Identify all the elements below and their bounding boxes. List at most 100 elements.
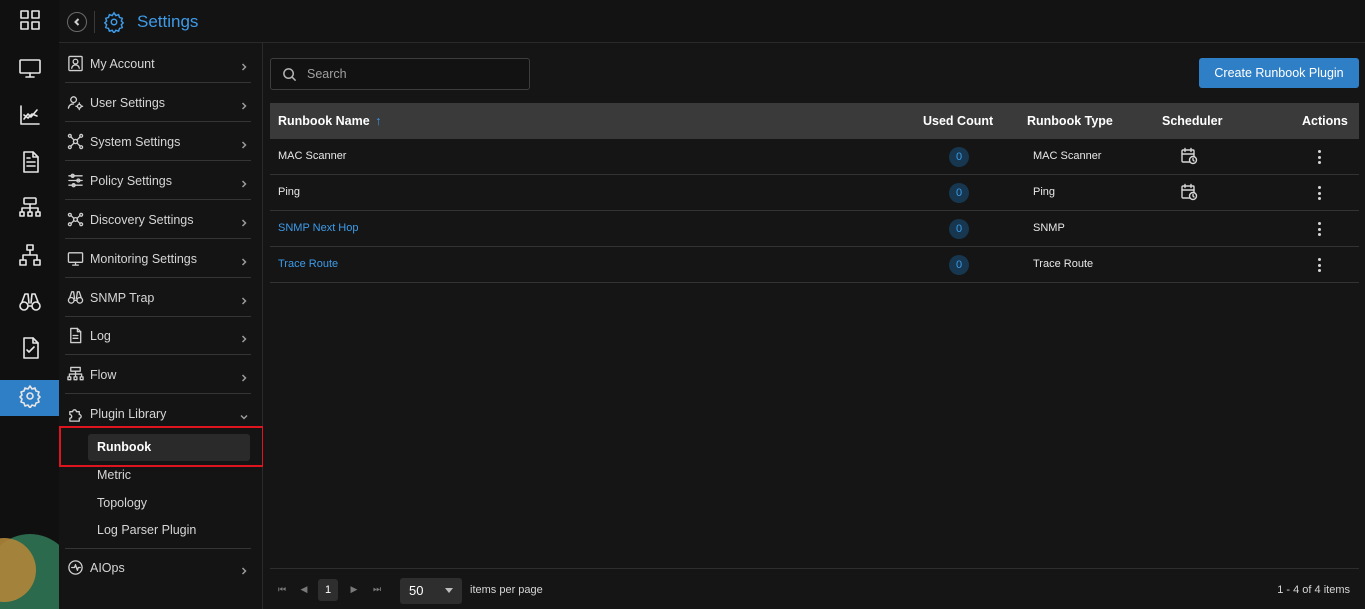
create-runbook-plugin-button[interactable]: Create Runbook Plugin [1199, 58, 1359, 88]
nav-item-flow[interactable]: Flow [65, 356, 251, 394]
nav-item-policy-settings[interactable]: Policy Settings [65, 162, 251, 200]
gear-icon [18, 384, 42, 413]
chevron-down-icon [239, 409, 249, 420]
column-header-runbook-name[interactable]: Runbook Name ↑ [278, 114, 381, 128]
last-page-button[interactable]: ⏭ [369, 581, 385, 597]
chevron-right-icon [239, 370, 249, 382]
chevron-right-icon [239, 254, 249, 266]
grid-icon [18, 8, 42, 37]
chevron-left-icon [72, 17, 82, 27]
rail-metrics[interactable] [0, 99, 59, 135]
more-vertical-icon[interactable] [1314, 256, 1324, 274]
table-row: MAC Scanner 0 MAC Scanner [270, 139, 1359, 175]
nav-item-discovery-settings[interactable]: Discovery Settings [65, 201, 251, 239]
nav-item-label: Policy Settings [90, 173, 172, 188]
sub-item-metric[interactable]: Metric [97, 468, 131, 482]
prev-page-button[interactable]: ◀ [296, 581, 312, 597]
monitor-icon [66, 250, 84, 268]
rail-topology[interactable] [0, 239, 59, 275]
puzzle-icon [66, 405, 84, 423]
binoculars-icon [18, 290, 42, 319]
settings-nav: My Account User Settings System Settings… [59, 43, 263, 609]
nav-item-label: Monitoring Settings [90, 251, 198, 266]
more-vertical-icon[interactable] [1314, 184, 1324, 202]
nav-item-aiops[interactable]: AIOps [65, 548, 251, 586]
icon-rail [0, 0, 59, 609]
nav-item-label: My Account [90, 56, 155, 71]
runbook-name: MAC Scanner [278, 150, 347, 162]
page-number-button[interactable]: 1 [318, 579, 338, 601]
table-row: SNMP Next Hop 0 SNMP [270, 211, 1359, 247]
nav-item-label: Plugin Library [90, 407, 167, 421]
rail-monitor[interactable] [0, 52, 59, 88]
discovery-icon [66, 211, 84, 229]
rail-audit[interactable] [0, 332, 59, 368]
rail-explorer[interactable] [0, 286, 59, 322]
calendar-clock-icon[interactable] [1180, 183, 1198, 201]
items-per-page-label: items per page [470, 584, 543, 596]
sliders-icon [66, 172, 84, 190]
log-icon [66, 327, 84, 345]
rail-flow[interactable] [0, 192, 59, 228]
runbook-name-link[interactable]: SNMP Next Hop [278, 222, 359, 234]
nav-item-my-account[interactable]: My Account [65, 45, 251, 83]
runbook-type: SNMP [1033, 222, 1065, 234]
column-header-used-count[interactable]: Used Count [923, 114, 993, 128]
search-box[interactable] [270, 58, 530, 90]
nav-item-label: System Settings [90, 134, 181, 149]
runbook-type: Ping [1033, 186, 1056, 198]
settings-gear-icon [103, 11, 125, 35]
nav-item-system-settings[interactable]: System Settings [65, 123, 251, 161]
used-count-badge: 0 [949, 219, 969, 239]
network-flow-icon [18, 196, 42, 225]
nav-item-label: SNMP Trap [90, 290, 155, 305]
pagination-info: 1 - 4 of 4 items [1277, 584, 1350, 596]
first-page-button[interactable]: ⏮ [274, 581, 290, 597]
nav-item-label: User Settings [90, 95, 166, 110]
table-row: Trace Route 0 Trace Route [270, 247, 1359, 283]
chevron-right-icon [239, 176, 249, 188]
calendar-clock-icon[interactable] [1180, 147, 1198, 165]
sub-item-topology[interactable]: Topology [97, 496, 147, 510]
column-header-actions: Actions [1302, 114, 1348, 128]
runbook-type: MAC Scanner [1033, 150, 1102, 162]
sub-item-log-parser-plugin[interactable]: Log Parser Plugin [97, 523, 196, 537]
more-vertical-icon[interactable] [1314, 148, 1324, 166]
chevron-right-icon [239, 563, 249, 575]
page-size-select[interactable]: 50 [400, 578, 462, 604]
chevron-right-icon [239, 59, 249, 71]
main-content: Create Runbook Plugin Runbook Name ↑ Use… [263, 43, 1365, 609]
topology-icon [18, 243, 42, 272]
user-gear-icon [66, 94, 84, 112]
page-title: Settings [137, 12, 199, 31]
chevron-right-icon [239, 215, 249, 227]
runbook-name-link[interactable]: Trace Route [278, 258, 338, 270]
chevron-right-icon [239, 137, 249, 149]
nav-item-log[interactable]: Log [65, 317, 251, 355]
column-header-runbook-type[interactable]: Runbook Type [1027, 114, 1113, 128]
search-input[interactable] [307, 67, 507, 81]
binoculars-icon [66, 289, 84, 307]
rail-dashboard[interactable] [0, 4, 59, 40]
rail-reports[interactable] [0, 146, 59, 182]
nav-item-snmp-trap[interactable]: SNMP Trap [65, 279, 251, 317]
nav-item-label: Log [90, 328, 111, 343]
chevron-right-icon [239, 331, 249, 343]
nav-item-label: Discovery Settings [90, 212, 194, 227]
sort-ascending-icon: ↑ [375, 114, 382, 128]
aiops-icon [66, 559, 84, 577]
chevron-right-icon [239, 98, 249, 110]
divider [94, 11, 95, 33]
nav-item-monitoring-settings[interactable]: Monitoring Settings [65, 240, 251, 278]
next-page-button[interactable]: ▶ [346, 581, 362, 597]
nav-item-label: AIOps [90, 560, 125, 575]
more-vertical-icon[interactable] [1314, 220, 1324, 238]
nav-item-label: Flow [90, 367, 117, 382]
rail-settings[interactable] [0, 380, 59, 416]
chart-icon [18, 103, 42, 132]
system-icon [66, 133, 84, 151]
nav-item-user-settings[interactable]: User Settings [65, 84, 251, 122]
caret-down-icon [445, 588, 453, 593]
back-button[interactable] [67, 12, 87, 32]
user-icon [66, 55, 84, 73]
